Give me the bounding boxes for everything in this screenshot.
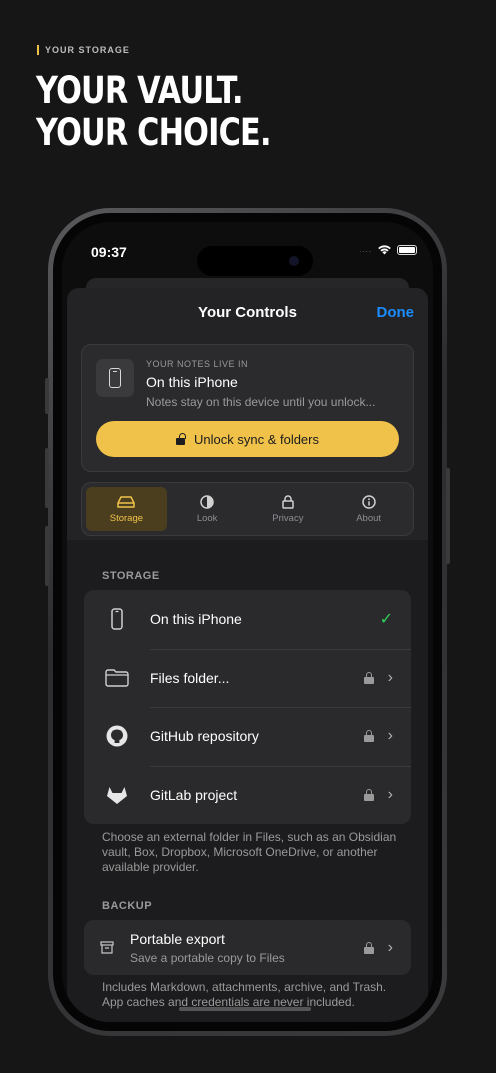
wifi-icon xyxy=(378,245,391,255)
unlock-sync-button[interactable]: Unlock sync & folders xyxy=(96,421,399,457)
tab-privacy[interactable]: Privacy xyxy=(248,487,329,531)
status-bar: 09:37 .... xyxy=(62,222,433,276)
backup-footnote: Includes Markdown, attachments, archive,… xyxy=(102,980,387,1009)
info-icon xyxy=(361,494,376,509)
unlock-icon xyxy=(176,433,186,445)
folder-icon xyxy=(84,669,150,687)
export-title: Portable export xyxy=(130,930,225,947)
notes-description: Notes stay on this device until you unlo… xyxy=(146,395,376,409)
row-label: GitLab project xyxy=(150,786,238,803)
headline-line-2: YOUR CHOICE. xyxy=(36,111,271,154)
eyebrow: YOUR STORAGE xyxy=(37,45,130,55)
notes-location-card: YOUR NOTES LIVE IN On this iPhone Notes … xyxy=(81,344,414,472)
eyebrow-label: YOUR STORAGE xyxy=(45,45,130,55)
lock-icon xyxy=(363,730,374,743)
volume-up-button xyxy=(45,448,49,508)
storage-option-github[interactable]: GitHub repository › xyxy=(84,707,411,766)
tab-look[interactable]: Look xyxy=(167,487,248,531)
storage-option-iphone[interactable]: On this iPhone ✓ xyxy=(84,590,411,649)
tab-label: Privacy xyxy=(272,512,304,524)
volume-down-button xyxy=(45,526,49,586)
chevron-right-icon: › xyxy=(387,727,393,745)
battery-icon xyxy=(397,244,417,255)
notes-place: On this iPhone xyxy=(146,374,238,390)
tab-label: Storage xyxy=(109,512,144,524)
status-time: 09:37 xyxy=(91,244,127,260)
tab-label: About xyxy=(356,512,382,524)
export-subtitle: Save a portable copy to Files xyxy=(130,950,285,965)
dynamic-island xyxy=(197,246,313,276)
row-label: On this iPhone xyxy=(150,611,242,628)
home-indicator[interactable] xyxy=(179,1007,311,1011)
tab-storage[interactable]: Storage xyxy=(86,487,167,531)
notes-kicker: YOUR NOTES LIVE IN xyxy=(146,359,249,369)
archive-icon xyxy=(84,941,130,954)
iphone-icon xyxy=(84,608,150,630)
portable-export-row[interactable]: Portable export Save a portable copy to … xyxy=(84,920,411,975)
phone-screen: 09:37 .... Your Controls Done YOUR NOTES… xyxy=(62,222,433,1022)
camera-icon xyxy=(289,256,299,266)
headline-line-1: YOUR VAULT. xyxy=(36,69,244,112)
unlock-label: Unlock sync & folders xyxy=(194,431,319,447)
segment-tabs: Storage Look Privacy About xyxy=(81,482,414,536)
tab-about[interactable]: About xyxy=(328,487,409,531)
promo-headline: YOUR VAULT. YOUR CHOICE. xyxy=(36,70,271,154)
backup-section-label: BACKUP xyxy=(102,900,153,912)
tab-label: Look xyxy=(196,512,218,524)
contrast-icon xyxy=(200,494,214,509)
status-icons: .... xyxy=(359,244,417,255)
checkmark-icon: ✓ xyxy=(379,611,393,629)
phone-frame: 09:37 .... Your Controls Done YOUR NOTES… xyxy=(45,208,450,1036)
iphone-icon xyxy=(96,359,134,397)
action-button xyxy=(45,378,49,414)
gitlab-icon xyxy=(84,785,150,805)
chevron-right-icon: › xyxy=(387,785,393,803)
row-label: Files folder... xyxy=(150,669,230,686)
eyebrow-accent-bar xyxy=(37,45,39,55)
drive-icon xyxy=(117,495,136,509)
lock-icon xyxy=(363,671,374,684)
sheet-title: Your Controls xyxy=(198,304,297,321)
lock-icon xyxy=(363,788,374,801)
chevron-right-icon: › xyxy=(387,668,393,686)
power-button xyxy=(446,468,450,564)
lock-icon xyxy=(363,941,374,954)
cellular-icon: .... xyxy=(359,245,372,254)
storage-footnote: Choose an external folder in Files, such… xyxy=(102,830,397,874)
lock-icon xyxy=(282,494,294,509)
backup-list: Portable export Save a portable copy to … xyxy=(84,920,411,975)
github-icon xyxy=(84,725,150,747)
sheet-header: Your Controls Done YOUR NOTES LIVE IN On… xyxy=(67,288,428,540)
row-label: GitHub repository xyxy=(150,728,259,745)
storage-section-label: STORAGE xyxy=(102,570,160,582)
storage-option-files[interactable]: Files folder... › xyxy=(84,648,411,708)
storage-option-gitlab[interactable]: GitLab project › xyxy=(84,765,411,825)
done-button[interactable]: Done xyxy=(377,304,415,321)
storage-options-list: On this iPhone ✓ Files folder... › GitHu… xyxy=(84,590,411,824)
chevron-right-icon: › xyxy=(387,938,393,956)
controls-sheet: Your Controls Done YOUR NOTES LIVE IN On… xyxy=(67,288,428,1022)
